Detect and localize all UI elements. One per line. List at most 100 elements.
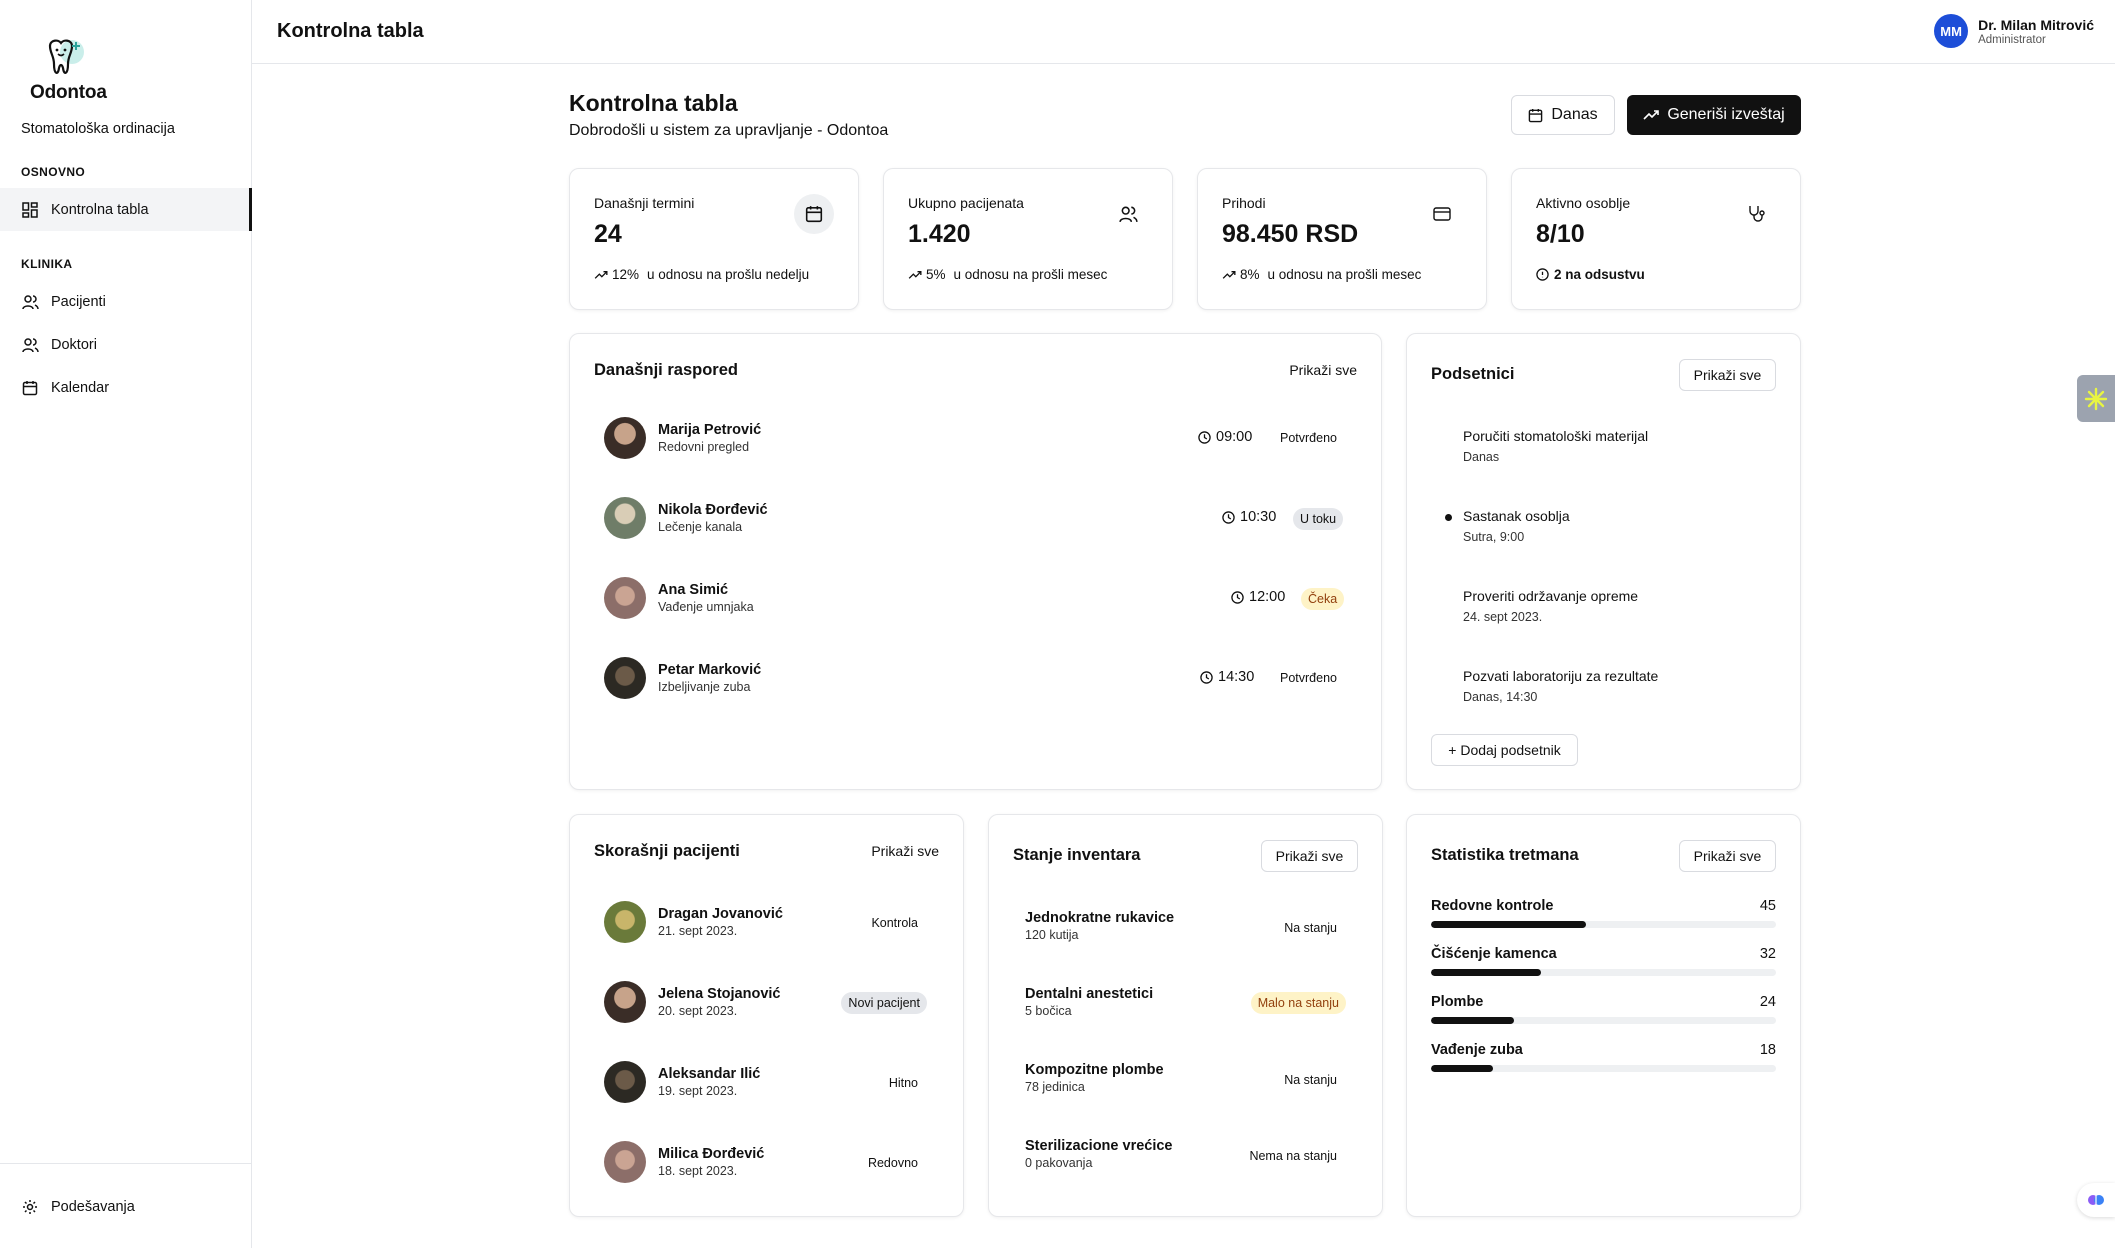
patient-avatar [604,901,646,943]
visit-date: 18. sept 2023. [658,1164,738,1178]
schedule-show-all[interactable]: Prikaži sve [1289,362,1357,378]
patient-row[interactable]: Jelena Stojanović 20. sept 2023. [604,981,781,1023]
reminder-item[interactable]: Proveriti održavanje opreme 24. sept 202… [1463,588,1638,624]
treatment: Izbeljivanje zuba [658,680,751,694]
appointment-time: 10:30 [1222,509,1276,525]
today-button[interactable]: Danas [1511,95,1615,135]
sidebar-item-dashboard[interactable]: Kontrolna tabla [0,188,252,231]
reminder-item[interactable]: Poručiti stomatološki materijal Danas [1463,428,1648,464]
treatment-stats-card: Statistika tretmana Prikaži sve Redovne … [1406,814,1801,1217]
inventory-show-all-button[interactable]: Prikaži sve [1261,840,1358,872]
appointment-row[interactable]: Nikola Đorđević Lečenje kanala [604,497,768,539]
calendar-icon [794,194,834,234]
stat-change: 8% [1240,267,1260,282]
recent-patients-show-all[interactable]: Prikaži sve [871,843,939,859]
stock-status: Nema na stanju [1249,1149,1337,1163]
sidebar-item-label: Pacijenti [51,293,106,310]
appointment-row[interactable]: Marija Petrović Redovni pregled [604,417,761,459]
logo[interactable]: Odontoa [30,38,110,104]
treatment-progress-fill [1431,1065,1494,1072]
page-subtitle: Dobrodošli u sistem za upravljanje - Odo… [569,122,889,139]
patient-avatar [604,1141,646,1183]
patient-avatar [604,497,646,539]
add-reminder-button[interactable]: + Dodaj podsetnik [1431,734,1578,766]
item-qty: 5 bočica [1025,1004,1072,1018]
trending-up-icon [1222,270,1236,279]
clock-icon [1231,590,1244,604]
assistant-widget[interactable] [2077,1183,2115,1217]
stat-value: 1.420 [908,220,971,248]
patient-row[interactable]: Milica Đorđević 18. sept 2023. [604,1141,764,1183]
reminder-item[interactable]: Pozvati laboratoriju za rezultate Danas,… [1463,668,1658,704]
inventory-item[interactable]: Kompozitne plombe 78 jedinica [1025,1062,1164,1094]
dashboard-icon [21,201,39,219]
patient-row[interactable]: Dragan Jovanović 21. sept 2023. [604,901,783,943]
treatment-count: 24 [1759,994,1776,1010]
stat-foot: 12% u odnosu na prošlu nedelju [594,267,809,282]
reminder-title: Pozvati laboratoriju za rezultate [1463,668,1659,684]
calendar-icon [1529,108,1543,122]
inventory-item[interactable]: Jednokratne rukavice 120 kutija [1025,910,1174,942]
time-text: 09:00 [1216,429,1253,445]
patient-avatar [604,577,646,619]
treatment-progress-bar [1431,1065,1776,1072]
item-qty: 0 pakovanja [1025,1156,1093,1170]
page-title: Kontrolna tabla [569,90,738,116]
appointment-time: 14:30 [1200,669,1254,685]
stat-label: Prihodi [1222,195,1266,211]
patient-tag: Novi pacijent [841,992,927,1014]
stethoscope-icon [1736,194,1776,234]
treatment-count: 45 [1759,898,1776,914]
treatment-progress-bar [1431,921,1776,928]
stat-note: 2 na odsustvu [1554,267,1645,282]
item-name: Kompozitne plombe [1025,1062,1164,1078]
feedback-widget[interactable] [2077,375,2115,422]
recent-patients-card: Skorašnji pacijenti Prikaži sve Dragan J… [569,814,964,1217]
treatment: Redovni pregled [658,440,750,454]
stat-note: u odnosu na prošli mesec [1267,267,1422,282]
stat-card-revenue: Prihodi 98.450 RSD 8% u odnosu na prošli… [1197,168,1487,310]
calendar-icon [21,379,39,397]
time-text: 14:30 [1218,669,1255,685]
stat-value: 24 [594,220,622,248]
sidebar-item-settings[interactable]: Podešavanja [0,1185,252,1228]
schedule-card: Današnji raspored Prikaži sve Marija Pet… [569,333,1382,790]
item-name: Sterilizacione vrećice [1025,1138,1173,1154]
treatment-progress-fill [1431,1017,1514,1024]
stat-value: 98.450 RSD [1222,220,1359,248]
appointment-row[interactable]: Ana Simić Vađenje umnjaka [604,577,754,619]
treatment-progress-bar [1431,1017,1776,1024]
sidebar-item-doctors[interactable]: Doktori [0,323,252,366]
stat-note: u odnosu na prošli mesec [953,267,1108,282]
inventory-item[interactable]: Sterilizacione vrećice 0 pakovanja [1025,1138,1173,1170]
credit-card-icon [1422,194,1462,234]
treatment-stats-show-all-button[interactable]: Prikaži sve [1679,840,1776,872]
sidebar-item-label: Podešavanja [51,1198,135,1215]
item-name: Jednokratne rukavice [1025,910,1175,926]
sidebar-item-calendar[interactable]: Kalendar [0,366,252,409]
clock-icon [1222,510,1235,524]
appointment-time: 09:00 [1198,429,1252,445]
item-name: Dentalni anestetici [1025,986,1154,1002]
treatment-name: Vađenje zuba [1431,1042,1523,1058]
generate-report-label: Generiši izveštaj [1667,106,1785,123]
inventory-item[interactable]: Dentalni anestetici 5 bočica [1025,986,1153,1018]
unread-dot [1445,514,1452,521]
reminder-item[interactable]: Sastanak osoblja Sutra, 9:00 [1463,508,1570,544]
treatment-progress-fill [1431,969,1542,976]
status-badge: U toku [1293,508,1344,530]
treatment: Vađenje umnjaka [658,600,754,614]
clinic-subtitle: Stomatološka ordinacija [21,121,175,137]
reminder-date: Danas, 14:30 [1463,690,1538,704]
reminder-title: Proveriti održavanje opreme [1463,588,1639,604]
sidebar-item-patients[interactable]: Pacijenti [0,280,252,323]
top-header: Kontrolna tabla MM Dr. Milan Mitrović Ad… [252,0,2115,64]
appointment-row[interactable]: Petar Marković Izbeljivanje zuba [604,657,761,699]
stat-card-appointments: Današnji termini 24 12% u odnosu na proš… [569,168,859,310]
tooth-logo-icon [48,39,84,74]
generate-report-button[interactable]: Generiši izveštaj [1627,95,1801,135]
patient-row[interactable]: Aleksandar Ilić 19. sept 2023. [604,1061,760,1103]
reminders-show-all-button[interactable]: Prikaži sve [1679,359,1776,391]
appointment-time: 12:00 [1231,589,1285,605]
user-menu[interactable]: MM Dr. Milan Mitrović Administrator [1934,14,2094,48]
